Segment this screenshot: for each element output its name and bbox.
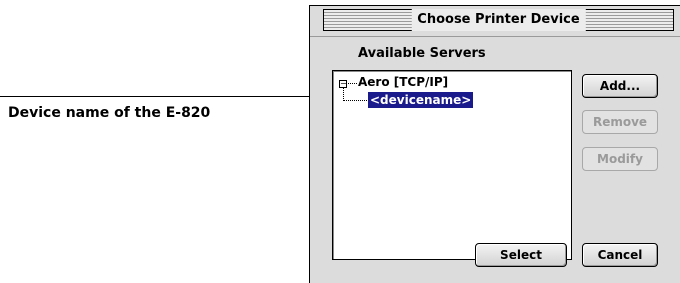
cancel-button-label: Cancel (597, 248, 643, 262)
tree-connector (348, 83, 357, 84)
remove-button-label: Remove (592, 115, 648, 129)
dialog-title: Choose Printer Device (411, 9, 586, 31)
dialog-title-bar[interactable]: Choose Printer Device (323, 9, 674, 31)
add-button[interactable]: Add... (582, 74, 658, 98)
collapse-toggle-icon[interactable]: − (339, 80, 347, 88)
callout-label: Device name of the E-820 (8, 105, 211, 121)
title-divider (310, 36, 680, 37)
cancel-button[interactable]: Cancel (582, 243, 658, 267)
choose-printer-device-dialog: Choose Printer Device Available Servers … (309, 5, 680, 283)
select-button[interactable]: Select (475, 243, 567, 267)
server-tree-list[interactable]: − Aero [TCP/IP] <devicename> (332, 70, 572, 260)
modify-button[interactable]: Modify (582, 147, 658, 171)
tree-item-device-selected[interactable]: <devicename> (368, 92, 474, 108)
tree-item-server[interactable]: Aero [TCP/IP] (358, 75, 448, 89)
available-servers-label: Available Servers (358, 46, 486, 61)
add-button-label: Add... (599, 79, 641, 93)
modify-button-label: Modify (597, 152, 643, 166)
tree-connector (344, 100, 367, 101)
remove-button[interactable]: Remove (582, 110, 658, 134)
select-button-label: Select (500, 248, 542, 262)
